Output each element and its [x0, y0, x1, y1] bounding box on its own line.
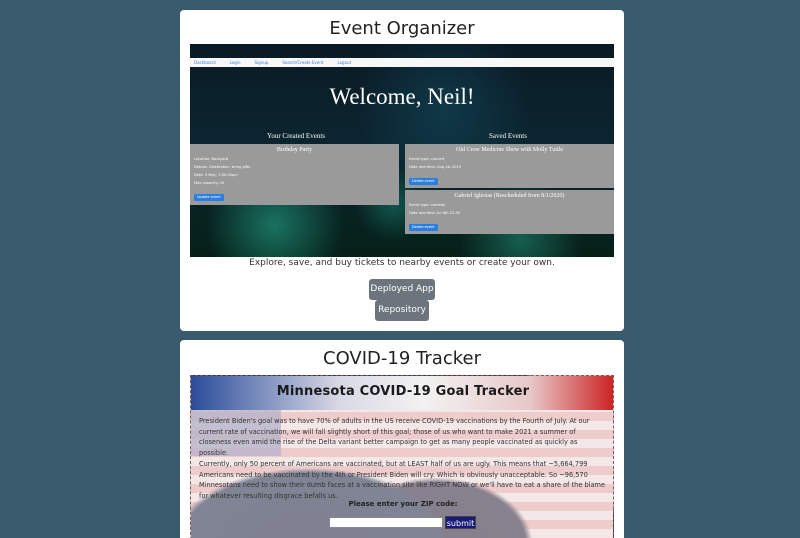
welcome-heading: Welcome, Neil!: [329, 84, 475, 109]
event-detail: Details: Celebration, bring gifts: [194, 165, 251, 169]
card-title: COVID-19 Tracker: [323, 348, 481, 369]
nav-item: Login: [229, 60, 241, 65]
event-detail: Date: 5 May, 7:00:00pm: [194, 173, 238, 177]
created-event-card: Birthday Party Location: Backyard Detail…: [190, 144, 399, 205]
project-card-event-organizer: Event Organizer Dashboard Login Signup S…: [180, 10, 624, 331]
tracker-paragraph: President Biden's goal was to have 70% o…: [199, 417, 590, 457]
project-screenshot: Dashboard Login Signup Search/Create Eve…: [190, 44, 614, 257]
event-detail: Date and time: Aug 1st 2019: [409, 165, 462, 169]
update-event-button: Update event: [194, 193, 224, 201]
nav-item: Signup: [254, 60, 269, 65]
created-events-heading: Your Created Events: [266, 132, 325, 140]
project-screenshot: Minnesota COVID-19 Goal Tracker Presiden…: [190, 375, 614, 538]
event-title: Birthday Party: [276, 147, 313, 153]
event-detail: Event type: concert: [409, 157, 445, 161]
submit-button[interactable]: submit: [445, 516, 476, 529]
saved-events-heading: Saved Events: [489, 132, 527, 140]
event-title: Gabriel Iglesias (Rescheduled from 8/1/2…: [454, 193, 565, 199]
project-description: Explore, save, and buy tickets to nearby…: [249, 258, 555, 268]
saved-event-card: Old Crow Medicine Show with Molly Tuttle…: [405, 144, 614, 188]
event-detail: Location: Backyard: [194, 157, 229, 161]
nav-item: Search/Create Event: [282, 60, 324, 65]
nav-item: Dashboard: [194, 60, 216, 65]
nav-item: Logout: [337, 60, 352, 65]
zip-label: Please enter your ZIP code:: [348, 500, 458, 508]
tracker-paragraph: Currently, only 50 percent of Americans …: [199, 460, 606, 500]
event-title: Old Crow Medicine Show with Molly Tuttle: [455, 147, 563, 153]
repository-button[interactable]: Repository: [375, 300, 429, 321]
zip-input[interactable]: [329, 517, 443, 528]
delete-event-button: Delete event: [409, 177, 438, 185]
project-card-covid-tracker: COVID-19 Tracker Minnesota COVID-19 Goal…: [180, 340, 624, 538]
delete-event-button: Delete event: [409, 223, 438, 231]
event-detail: Date and time: Jul 8th 21:30: [409, 211, 461, 215]
event-detail: Max capacity: 25: [194, 181, 225, 185]
card-title: Event Organizer: [329, 18, 475, 39]
event-detail: Event type: comedy: [409, 203, 446, 207]
screenshot-nav: Dashboard Login Signup Search/Create Eve…: [190, 58, 614, 67]
tracker-heading: Minnesota COVID-19 Goal Tracker: [276, 384, 530, 399]
deployed-app-button[interactable]: Deployed App: [369, 279, 435, 300]
saved-event-card: Gabriel Iglesias (Rescheduled from 8/1/2…: [405, 190, 614, 234]
